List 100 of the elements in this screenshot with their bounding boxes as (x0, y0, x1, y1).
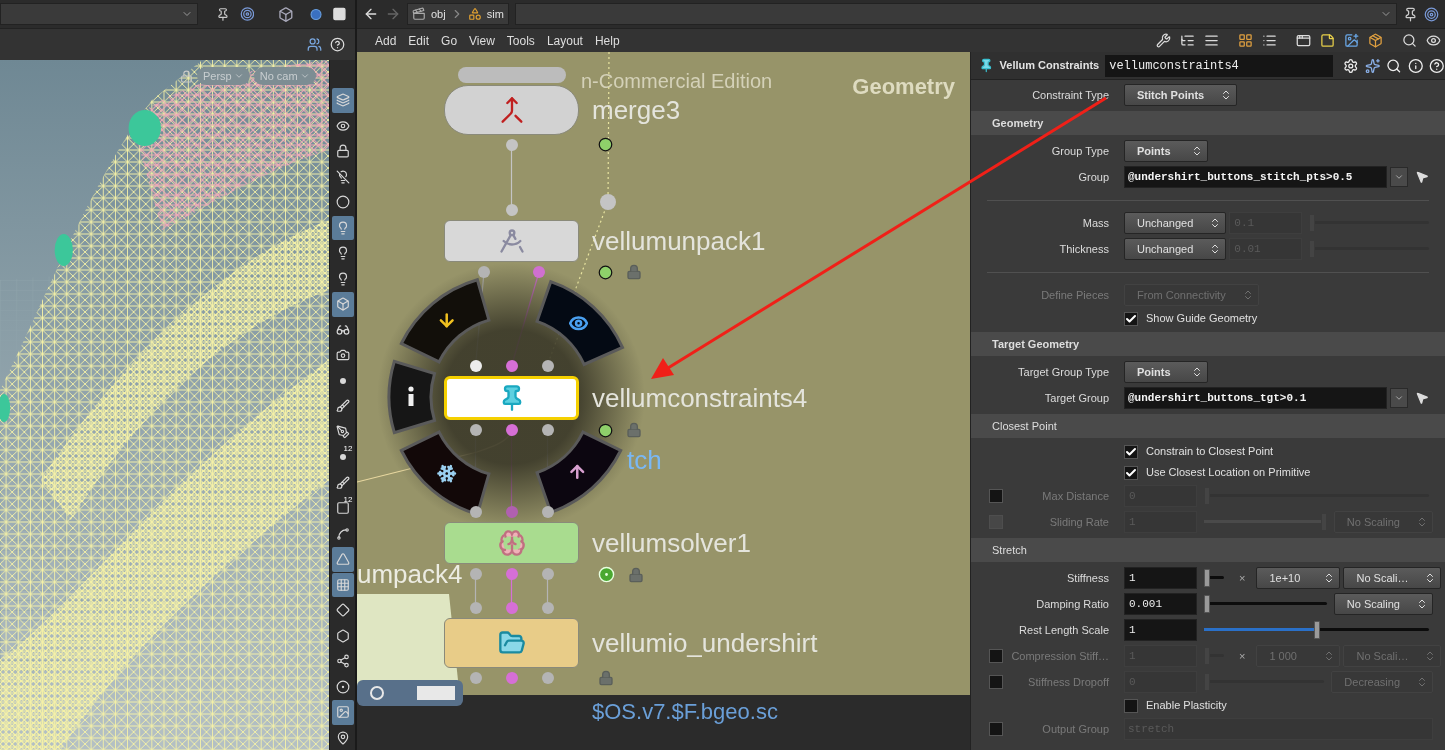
dropdown-menu[interactable]: No Scaling (1333, 593, 1433, 615)
checkbox-label[interactable]: Use Closest Location on Primitive (1146, 464, 1311, 481)
tree-icon[interactable] (1180, 33, 1195, 48)
node[interactable] (444, 618, 579, 668)
menu-item[interactable]: Go (435, 31, 464, 50)
parameter-label: Group (1077, 169, 1109, 185)
spinner-icon (1416, 516, 1428, 528)
viewport-tool[interactable] (331, 88, 354, 113)
image-add-icon[interactable] (1344, 33, 1359, 48)
lock-icon[interactable] (180, 69, 193, 83)
slider-handle[interactable] (1204, 595, 1210, 613)
clock-icon[interactable] (598, 422, 613, 438)
help-icon[interactable] (330, 37, 345, 52)
pin-icon[interactable] (215, 6, 230, 22)
path-field[interactable] (514, 3, 1397, 25)
menu-item[interactable]: Add (369, 31, 403, 50)
checkbox[interactable] (1124, 465, 1138, 480)
menu-item[interactable]: View (463, 31, 501, 50)
viewport-tool[interactable] (331, 292, 354, 317)
list-icon[interactable] (1204, 33, 1219, 48)
slider[interactable] (1204, 568, 1224, 588)
dropdown-menu[interactable]: Points (1124, 361, 1208, 383)
pin-icon[interactable] (1403, 6, 1418, 22)
gear-icon[interactable] (1343, 57, 1359, 74)
eye-icon[interactable] (1426, 33, 1441, 48)
slider[interactable] (1204, 620, 1429, 640)
section-header[interactable]: Geometry (971, 111, 1445, 135)
node-comment: $OS.v7.$F.bgeo.sc (592, 698, 778, 726)
dropdown-menu[interactable]: No Scali… (1343, 567, 1442, 589)
slider-handle[interactable] (1313, 621, 1320, 639)
display-flag-icon[interactable] (598, 566, 615, 583)
number-field[interactable]: 1 (1124, 567, 1197, 589)
text-field[interactable]: @undershirt_buttons_stitch_pts>0.5 (1124, 166, 1387, 188)
color-grid-icon[interactable] (1238, 33, 1253, 48)
viewport-tool[interactable] (331, 547, 354, 572)
viewport-tool[interactable] (331, 215, 354, 240)
slider-handle[interactable] (1204, 569, 1210, 587)
number-field[interactable]: 0.001 (1124, 593, 1197, 615)
target-icon[interactable] (1424, 6, 1439, 22)
menu-item[interactable]: Layout (540, 31, 589, 50)
menu-item[interactable]: Tools (500, 31, 541, 50)
checkbox[interactable] (1124, 444, 1138, 459)
menu-item[interactable]: Help (588, 31, 626, 50)
checkbox-label[interactable]: Enable Plasticity (1146, 697, 1227, 714)
checkbox-label[interactable]: Constrain to Closest Point (1146, 443, 1274, 460)
clock-icon[interactable] (598, 137, 613, 152)
parameter-label: Output Group (1041, 721, 1109, 737)
checker-icon (335, 577, 350, 592)
section-header[interactable]: Stretch (971, 538, 1445, 562)
back-icon[interactable] (363, 6, 379, 22)
sticky-note-icon[interactable] (1320, 33, 1335, 48)
parameter-label: Stiffness (1066, 570, 1109, 586)
clock-icon[interactable] (598, 264, 613, 280)
path-segment[interactable]: sim (463, 4, 508, 24)
sparkle-icon[interactable] (1364, 57, 1381, 74)
rows-icon[interactable] (1262, 33, 1277, 48)
sphere-icon[interactable] (310, 7, 323, 21)
node[interactable] (444, 220, 579, 262)
number-field[interactable]: 1 (1124, 619, 1197, 641)
parameter-label: Damping Ratio (1035, 596, 1109, 612)
dropdown-field[interactable] (0, 3, 198, 25)
vertex-icon (335, 654, 350, 669)
node[interactable] (444, 522, 579, 564)
dropdown-menu[interactable]: Stitch Points (1124, 84, 1238, 106)
node[interactable] (444, 85, 579, 135)
viewport-tool[interactable] (331, 572, 354, 597)
dropdown-menu[interactable]: Points (1124, 140, 1208, 162)
checkbox[interactable] (1124, 698, 1138, 713)
viewport-tool[interactable]: 12 (331, 445, 354, 470)
multiply-sign: × (1238, 648, 1247, 664)
search-icon[interactable] (1386, 57, 1402, 74)
info-icon[interactable] (1407, 57, 1424, 74)
path-segment[interactable]: obj (408, 4, 450, 24)
target-icon[interactable] (239, 6, 255, 22)
caret-icon (1394, 172, 1404, 182)
help-icon[interactable] (1429, 57, 1445, 74)
cube-icon[interactable] (278, 5, 295, 23)
text-field[interactable]: @undershirt_buttons_tgt>0.1 (1124, 387, 1387, 409)
viewport-tool[interactable]: 12 (331, 496, 354, 521)
people-icon[interactable] (307, 37, 322, 52)
node-name-field[interactable]: vellumconstraints4 (1105, 54, 1334, 77)
wrench-icon[interactable] (1156, 33, 1171, 48)
section-header[interactable]: Closest Point (971, 414, 1445, 438)
checkbox-label[interactable]: Show Guide Geometry (1146, 310, 1258, 327)
menu-item[interactable]: Edit (402, 31, 436, 50)
window-icon[interactable] (1296, 33, 1311, 48)
parameter-label: Max Distance (1041, 488, 1109, 504)
dropdown-menu[interactable]: Unchanged (1124, 238, 1227, 260)
checkbox[interactable] (1124, 311, 1138, 326)
square-icon[interactable] (332, 6, 347, 22)
node[interactable] (444, 376, 579, 420)
dropdown-menu[interactable]: 1e+10 (1256, 567, 1341, 589)
section-header[interactable]: Target Geometry (971, 332, 1445, 356)
slider[interactable] (1204, 594, 1327, 614)
parameter-label: Rest Length Scale (1018, 622, 1109, 638)
search-icon[interactable] (1402, 33, 1417, 48)
tool-number-label: 12 (343, 445, 353, 453)
box-icon[interactable] (1368, 33, 1383, 48)
dropdown-menu[interactable]: Unchanged (1124, 212, 1227, 234)
viewport-tool[interactable] (331, 700, 354, 725)
